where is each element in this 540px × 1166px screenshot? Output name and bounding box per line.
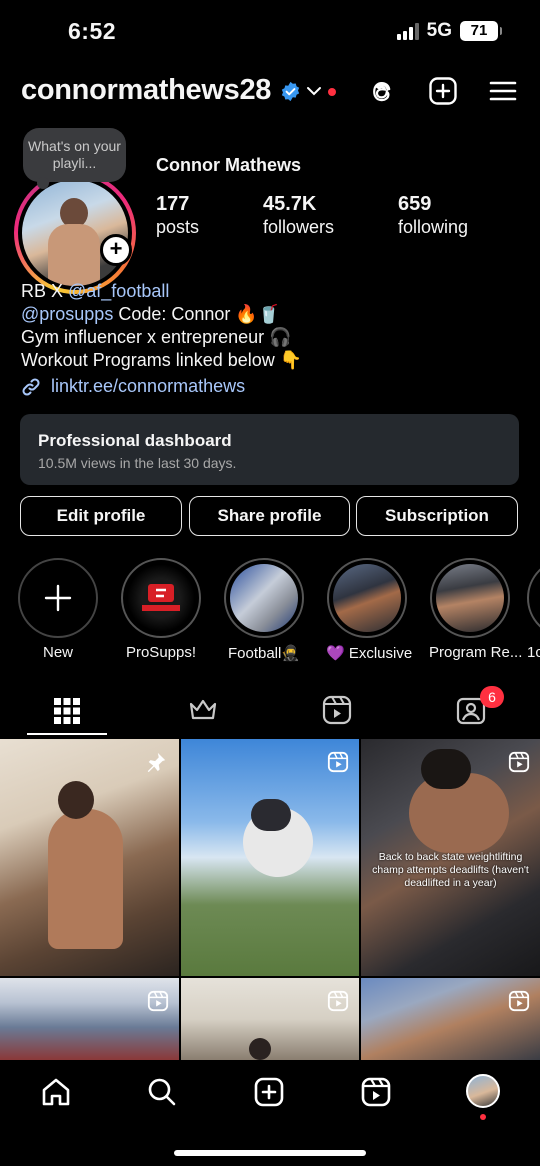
prosupps-logo-icon [142,584,180,611]
grid-post-2[interactable] [181,739,359,976]
posts-stat[interactable]: 177 posts [156,193,199,239]
menu-icon[interactable] [488,76,518,106]
highlight-prosupps[interactable]: ProSupps! [120,558,202,661]
highlight-new[interactable]: New [17,558,99,661]
verified-badge-icon [281,81,300,102]
highlight-program-re[interactable]: Program Re... [429,558,522,661]
grid-post-3[interactable]: Back to back state weightlifting champ a… [361,739,540,976]
post-caption: Back to back state weightlifting champ a… [372,851,529,889]
link-icon [22,377,40,396]
share-profile-button[interactable]: Share profile [189,496,350,536]
network-type: 5G [426,20,452,41]
grid-post-5[interactable] [181,978,359,1060]
status-indicators: 5G 71 [396,20,502,42]
grid-post-4[interactable] [0,978,179,1060]
tagged-count-badge: 6 [480,686,504,708]
mention-af-football[interactable]: @af_football [68,281,169,301]
search-icon[interactable] [146,1076,178,1108]
grid-post-1[interactable] [0,739,179,976]
avatar [22,180,128,286]
account-username[interactable]: connormathews28 [21,74,271,107]
account-notification-dot [328,88,336,96]
highlight-football[interactable]: Football🥷 [223,558,305,662]
following-stat[interactable]: 659 following [398,193,468,239]
create-post-icon[interactable] [428,76,458,106]
highlight-partial[interactable]: 1c [527,558,540,668]
status-time: 6:52 [68,18,117,44]
profile-picture[interactable] [14,172,136,294]
mention-prosupps[interactable]: @prosupps [21,304,113,324]
note-bubble[interactable]: What's on your playli... [23,128,126,189]
reel-icon [508,751,530,773]
profile-notification-dot [480,1114,486,1120]
subscription-button[interactable]: Subscription [356,496,518,536]
tab-reels-icon[interactable] [322,694,352,726]
add-story-icon[interactable]: + [100,234,132,266]
tab-subscription-crown-icon[interactable] [187,694,219,726]
signal-icon [396,22,419,40]
home-indicator [174,1150,366,1156]
reel-icon [147,990,169,1012]
professional-dashboard[interactable]: Professional dashboard 10.5M views in th… [20,414,519,485]
grid-post-6[interactable] [361,978,540,1060]
edit-profile-button[interactable]: Edit profile [20,496,182,536]
reel-icon [327,751,349,773]
active-tab-indicator [27,733,107,735]
highlight-exclusive[interactable]: 💜 Exclusive [326,558,412,662]
create-icon[interactable] [253,1076,285,1108]
battery-icon: 71 [460,21,502,41]
reels-icon[interactable] [360,1076,392,1108]
home-icon[interactable] [40,1076,72,1108]
threads-icon[interactable] [367,76,397,106]
reel-icon [327,990,349,1012]
bio: RB X @af_football @prosupps Code: Connor… [21,281,303,370]
bio-link[interactable]: linktr.ee/connormathews [21,376,245,397]
reel-icon [508,990,530,1012]
chevron-down-icon[interactable] [306,84,322,98]
profile-tab-avatar[interactable] [466,1074,500,1108]
plus-icon [44,584,72,612]
tab-posts-grid-icon[interactable] [52,695,82,727]
pin-icon [147,752,166,773]
full-name: Connor Mathews [156,155,302,175]
followers-stat[interactable]: 45.7K followers [263,193,334,239]
